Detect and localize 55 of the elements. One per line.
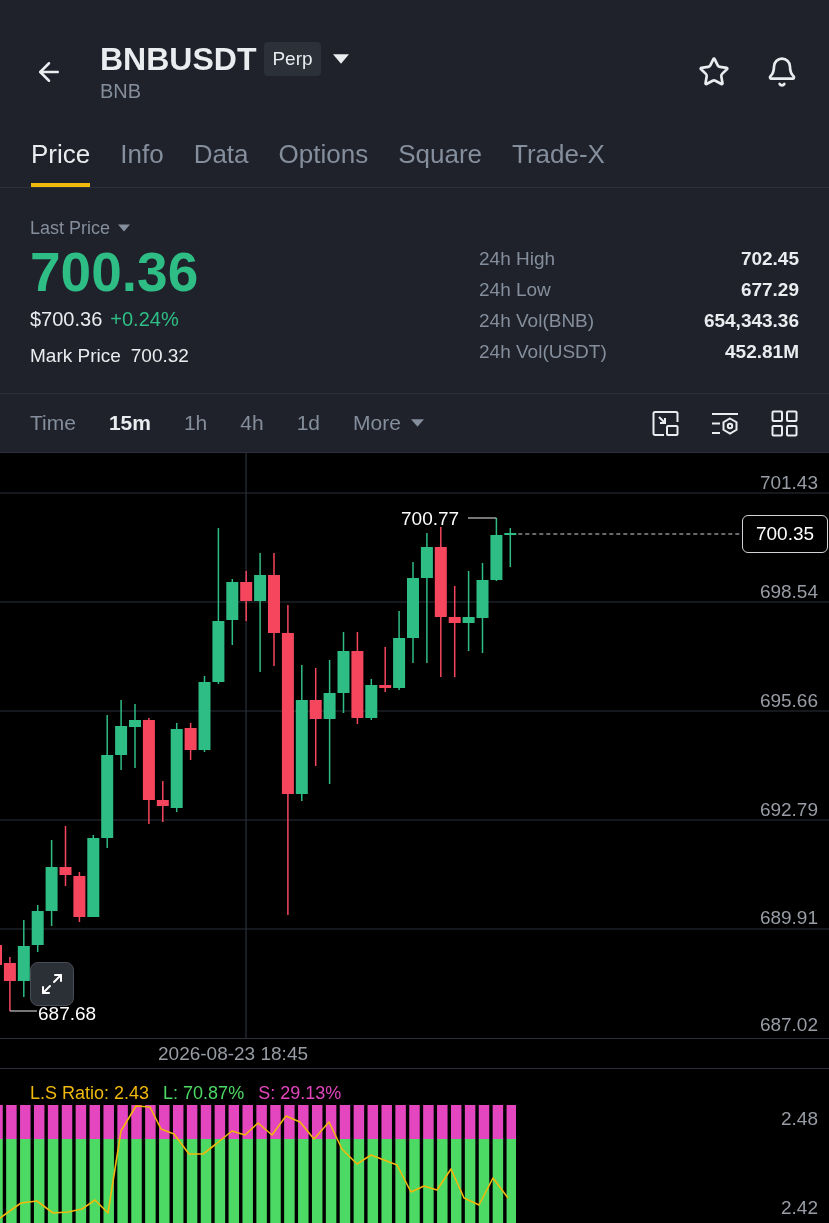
arrow-square-icon[interactable] — [652, 409, 679, 437]
expand-button[interactable] — [30, 962, 74, 1006]
interval-tab[interactable]: 4h — [240, 411, 264, 435]
usd-price: $700.36 — [30, 307, 103, 331]
low-price-leader — [9, 1010, 38, 1012]
high-price-leader — [467, 517, 497, 519]
stat-label: 24h Low — [479, 278, 551, 302]
crosshair-time-label: 2026-08-23 18:45 — [158, 1042, 308, 1065]
stat-value: 677.29 — [740, 278, 799, 302]
interval-tab[interactable]: 1d — [296, 411, 320, 435]
stat-label: 24h High — [479, 247, 556, 271]
price-axis-label: 701.43 — [759, 471, 818, 493]
caret-icon[interactable] — [332, 54, 349, 64]
nav-tab[interactable]: Info — [120, 130, 164, 187]
mark-price-value: 700.32 — [130, 344, 189, 368]
stat-value: 654,343.36 — [703, 309, 799, 333]
last-price: 700.36 — [30, 244, 199, 300]
grid-icon[interactable] — [771, 409, 798, 437]
favorite-star-icon[interactable] — [698, 56, 730, 88]
interval-tab[interactable]: 1h — [183, 411, 208, 435]
price-axis-label: 687.02 — [759, 1013, 818, 1035]
more-intervals-button[interactable]: More — [353, 411, 424, 435]
base-asset-label: BNB — [100, 79, 143, 104]
perp-badge: Perp — [264, 42, 321, 76]
nav-tab[interactable]: Trade-X — [512, 130, 605, 187]
ratio-legend: L.S Ratio: 2.43 — [30, 1081, 150, 1104]
ratio-axis-label: 2.42 — [781, 1197, 818, 1219]
expand-icon — [40, 972, 64, 996]
interval-tab[interactable]: Time — [30, 411, 76, 435]
current-price-tag: 700.35 — [742, 515, 828, 553]
nav-tab[interactable]: Data — [193, 130, 249, 187]
price-axis-label: 695.66 — [759, 689, 818, 711]
nav-tab[interactable]: Price — [31, 130, 91, 187]
stat-value: 702.45 — [740, 247, 799, 271]
nav-tab[interactable]: Square — [398, 130, 482, 187]
ratio-axis-label: 2.48 — [781, 1108, 818, 1130]
nav-tab[interactable]: Options — [278, 130, 369, 187]
high-price-label: 700.77 — [401, 507, 460, 529]
stat-value: 452.81M — [725, 340, 799, 364]
price-axis-label: 698.54 — [759, 580, 818, 602]
low-price-label: 687.68 — [38, 1002, 97, 1024]
caret-icon — [410, 419, 424, 427]
ratio-legend: S: 29.13% — [258, 1081, 342, 1104]
symbol-title: BNBUSDT — [100, 40, 257, 78]
candle — [59, 825, 72, 887]
last-price-label[interactable]: Last Price — [30, 216, 111, 240]
mark-price-label: Mark Price — [30, 344, 121, 368]
stat-label: 24h Vol(BNB) — [479, 309, 595, 333]
notification-bell-icon[interactable] — [766, 56, 798, 88]
price-change: +0.24% — [110, 307, 179, 331]
ratio-legend: L: 70.87% — [163, 1081, 245, 1104]
interval-tab[interactable]: 15m — [108, 411, 151, 435]
price-axis-label: 692.79 — [759, 798, 818, 820]
price-axis-label: 689.91 — [759, 906, 818, 928]
stat-label: 24h Vol(USDT) — [479, 340, 607, 364]
